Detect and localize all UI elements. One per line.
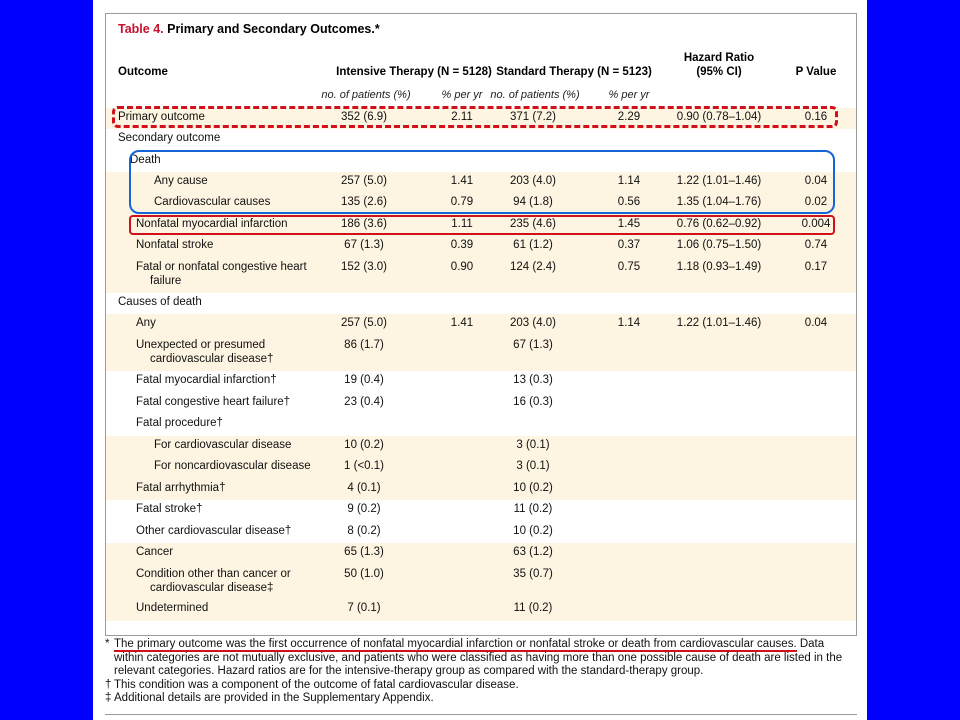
cell-int-rate: 1.41 — [450, 317, 474, 329]
cell-int-n: 8 (0.2) — [347, 525, 381, 537]
table-title: Table 4. Primary and Secondary Outcomes.… — [118, 22, 380, 36]
subheader-standard-patients: no. of patients (%) — [490, 89, 580, 101]
cell-std-n: 11 (0.2) — [513, 503, 553, 515]
bottom-rule — [105, 714, 857, 715]
cell-std-n: 3 (0.1) — [516, 460, 550, 472]
header-hazard-ratio: Hazard Ratio — [683, 52, 755, 64]
footnote-dagger-text: This condition was a component of the ou… — [114, 678, 519, 691]
table-frame: Table 4. Primary and Secondary Outcomes.… — [105, 13, 857, 636]
row-stripe — [106, 543, 856, 565]
header-intensive: Intensive Therapy (N = 5128) — [336, 66, 492, 78]
cell-std-n: 10 (0.2) — [513, 482, 553, 494]
row-label-condition-other-than-cancer-or-cardiovascular-disease: Condition other than cancer or cardiovas… — [136, 568, 291, 594]
row-label-for-noncardiovascular-disease: For noncardiovascular disease — [154, 460, 311, 472]
cell-int-n: 4 (0.1) — [347, 482, 381, 494]
subheader-standard-rate: % per yr — [608, 89, 650, 101]
cell-std-n: 11 (0.2) — [513, 602, 553, 614]
row-label-fatal-procedure: Fatal procedure† — [136, 417, 223, 429]
cell-std-n: 203 (4.0) — [509, 317, 557, 329]
subheader-intensive-patients: no. of patients (%) — [321, 89, 411, 101]
cell-int-n: 67 (1.3) — [344, 239, 384, 251]
cell-std-n: 13 (0.3) — [513, 374, 553, 386]
nonfatal-mi-highlight — [129, 215, 835, 235]
header-standard: Standard Therapy (N = 5123) — [496, 66, 652, 78]
cell-std-rate: 1.14 — [617, 317, 641, 329]
document-page: Table 4. Primary and Secondary Outcomes.… — [93, 0, 867, 720]
cell-int-n: 7 (0.1) — [347, 602, 381, 614]
header-ci: (95% CI) — [696, 66, 742, 78]
row-label-secondary-outcome: Secondary outcome — [118, 132, 221, 144]
cell-std-rate: 0.75 — [617, 261, 641, 273]
footnote-star: * The primary outcome was the first occu… — [105, 638, 855, 679]
cell-std-rate: 0.37 — [617, 239, 641, 251]
row-label-any: Any — [136, 317, 156, 329]
header-p-value: P Value — [795, 66, 837, 78]
cell-std-n: 10 (0.2) — [513, 525, 553, 537]
cell-p: 0.04 — [804, 317, 828, 329]
header-outcome: Outcome — [118, 66, 168, 78]
footnote-ddagger-text: Additional details are provided in the S… — [114, 692, 434, 704]
row-label-cancer: Cancer — [136, 546, 174, 558]
cell-std-n: 3 (0.1) — [516, 439, 550, 451]
cell-std-n: 61 (1.2) — [513, 239, 553, 251]
subheader-intensive-rate: % per yr — [441, 89, 483, 101]
footnote-star-mark: * — [105, 638, 110, 650]
cell-int-rate: 0.90 — [450, 261, 474, 273]
cell-std-n: 124 (2.4) — [509, 261, 557, 273]
cell-int-n: 257 (5.0) — [340, 317, 388, 329]
footnote-ddagger: ‡ Additional details are provided in the… — [105, 692, 855, 706]
cell-int-rate: 0.39 — [450, 239, 474, 251]
death-group-highlight — [129, 150, 835, 214]
cell-int-n: 23 (0.4) — [344, 396, 384, 408]
row-label-other-cardiovascular-disease: Other cardiovascular disease† — [136, 525, 292, 537]
cell-std-n: 16 (0.3) — [513, 396, 553, 408]
row-label-nonfatal-stroke: Nonfatal stroke — [136, 239, 214, 251]
cell-int-n: 9 (0.2) — [347, 503, 381, 515]
cell-std-n: 67 (1.3) — [513, 339, 553, 351]
row-label-fatal-or-nonfatal-congestive-heart-failure: Fatal or nonfatal congestive heart failu… — [136, 261, 307, 287]
row-label-causes-of-death: Causes of death — [118, 296, 202, 308]
cell-int-n: 65 (1.3) — [344, 546, 384, 558]
footnote-ddagger-mark: ‡ — [105, 692, 112, 704]
cell-std-n: 63 (1.2) — [513, 546, 553, 558]
cell-hr: 1.22 (1.01–1.46) — [676, 317, 762, 329]
cell-int-n: 19 (0.4) — [344, 374, 384, 386]
footnote-star-underlined: The primary outcome was the first occurr… — [114, 638, 797, 652]
cell-int-n: 152 (3.0) — [340, 261, 388, 273]
row-stripe — [106, 599, 856, 621]
table-number: Table 4. — [118, 22, 164, 36]
footnotes: * The primary outcome was the first occu… — [105, 638, 855, 706]
row-label-fatal-myocardial-infarction: Fatal myocardial infarction† — [136, 374, 277, 386]
table-title-text: Primary and Secondary Outcomes.* — [167, 22, 380, 36]
cell-int-n: 86 (1.7) — [344, 339, 384, 351]
footnote-dagger-mark: † — [105, 678, 112, 691]
cell-p: 0.17 — [804, 261, 828, 273]
cell-int-n: 10 (0.2) — [344, 439, 384, 451]
footnote-dagger: † This condition was a component of the … — [105, 679, 855, 693]
primary-outcome-highlight — [112, 106, 838, 128]
cell-p: 0.74 — [804, 239, 828, 251]
cell-int-n: 50 (1.0) — [344, 568, 384, 580]
cell-int-n: 1 (<0.1) — [344, 460, 384, 472]
cell-hr: 1.06 (0.75–1.50) — [676, 239, 762, 251]
row-label-for-cardiovascular-disease: For cardiovascular disease — [154, 439, 292, 451]
row-label-fatal-arrhythmia: Fatal arrhythmia† — [136, 482, 226, 494]
row-label-undetermined: Undetermined — [136, 602, 209, 614]
cell-std-n: 35 (0.7) — [513, 568, 553, 580]
cell-hr: 1.18 (0.93–1.49) — [676, 261, 762, 273]
row-label-unexpected-or-presumed-cardiovascular-disease: Unexpected or presumed cardiovascular di… — [136, 339, 274, 365]
row-label-fatal-stroke: Fatal stroke† — [136, 503, 203, 515]
row-label-fatal-congestive-heart-failure: Fatal congestive heart failure† — [136, 396, 291, 408]
